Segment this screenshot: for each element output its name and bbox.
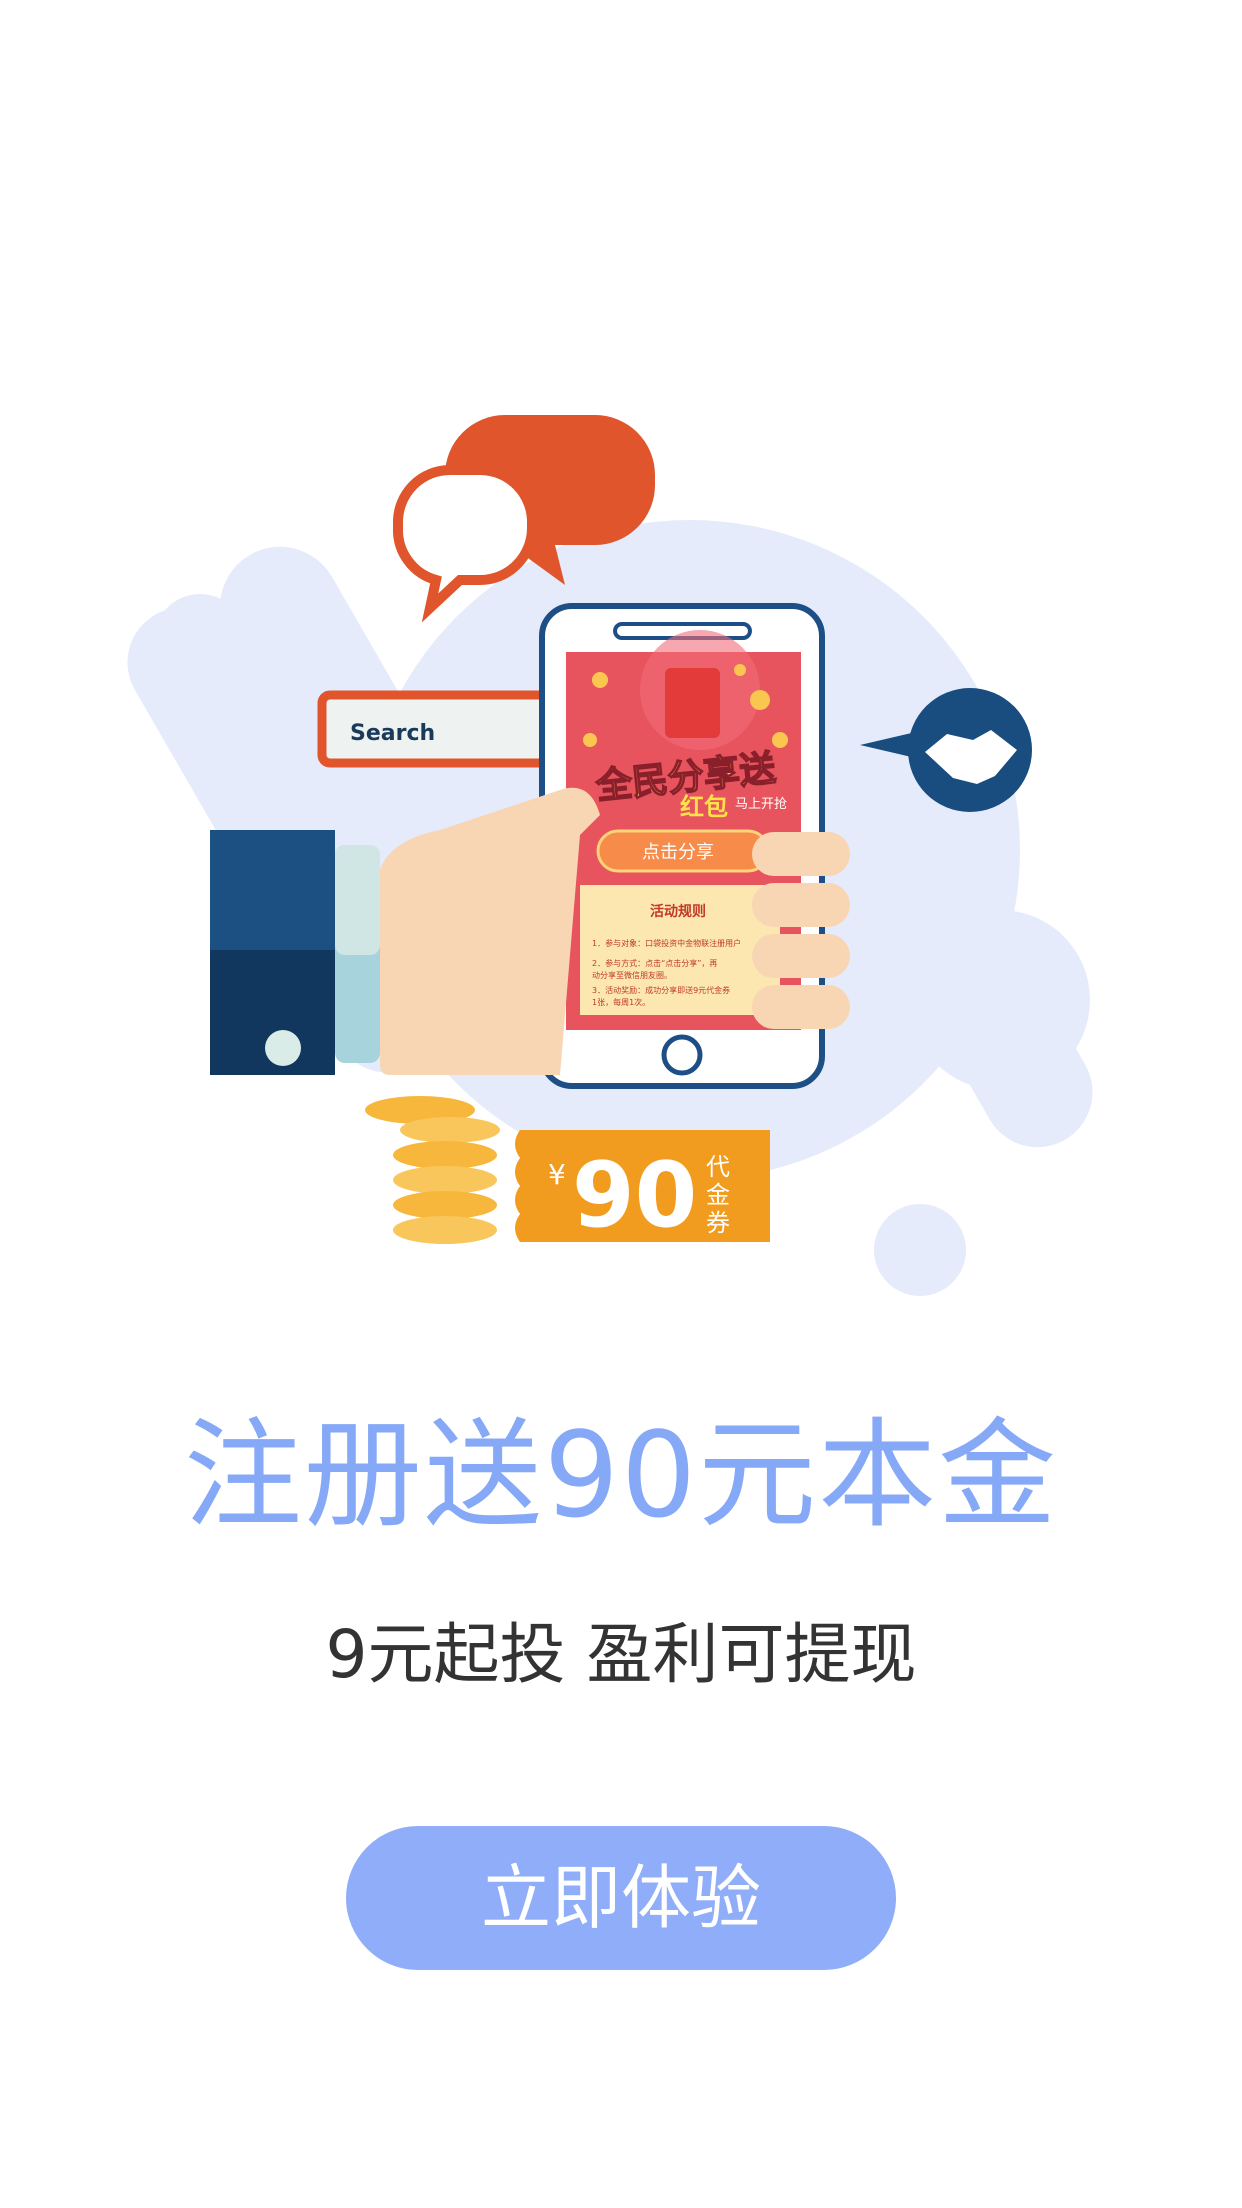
coupon-graphic: ¥ 90 代 金 券 <box>515 1130 770 1248</box>
onboarding-page: Search 全民分享送 红包 马上开抢 点击分享 活动规则 1．参与对象：口袋… <box>0 0 1242 2208</box>
rules-line-2: 2．参与方式：点击“点击分享”，再 <box>592 958 717 968</box>
promo-subtitle-side: 马上开抢 <box>735 796 787 812</box>
promo-subheadline: 9元起投 盈利可提现 <box>325 1616 917 1693</box>
try-now-button[interactable]: 立即体验 <box>346 1826 896 1970</box>
coupon-label-2: 金 <box>706 1181 730 1209</box>
rules-line-4: 3．活动奖励：成功分享即送9元代金券 <box>592 985 730 995</box>
rules-line-3: 动分享至微信朋友圈。 <box>592 970 672 980</box>
share-button-graphic: 点击分享 <box>642 842 714 863</box>
rules-line-5: 1张，每周1次。 <box>592 997 650 1007</box>
promo-illustration: Search 全民分享送 红包 马上开抢 点击分享 活动规则 1．参与对象：口袋… <box>127 415 1093 1296</box>
promo-headline: 注册送90元本金 <box>183 1406 1059 1544</box>
coupon-amount: 90 <box>572 1143 697 1248</box>
coupon-currency: ¥ <box>548 1158 566 1191</box>
search-label: Search <box>350 721 435 746</box>
rules-title: 活动规则 <box>650 903 706 920</box>
promo-subtitle: 红包 <box>680 793 728 821</box>
coupon-label-3: 券 <box>706 1209 730 1237</box>
rules-line-1: 1．参与对象：口袋投资中金物联注册用户 <box>592 938 741 948</box>
coins-icon <box>365 1096 500 1244</box>
coupon-label-1: 代 <box>706 1153 730 1181</box>
